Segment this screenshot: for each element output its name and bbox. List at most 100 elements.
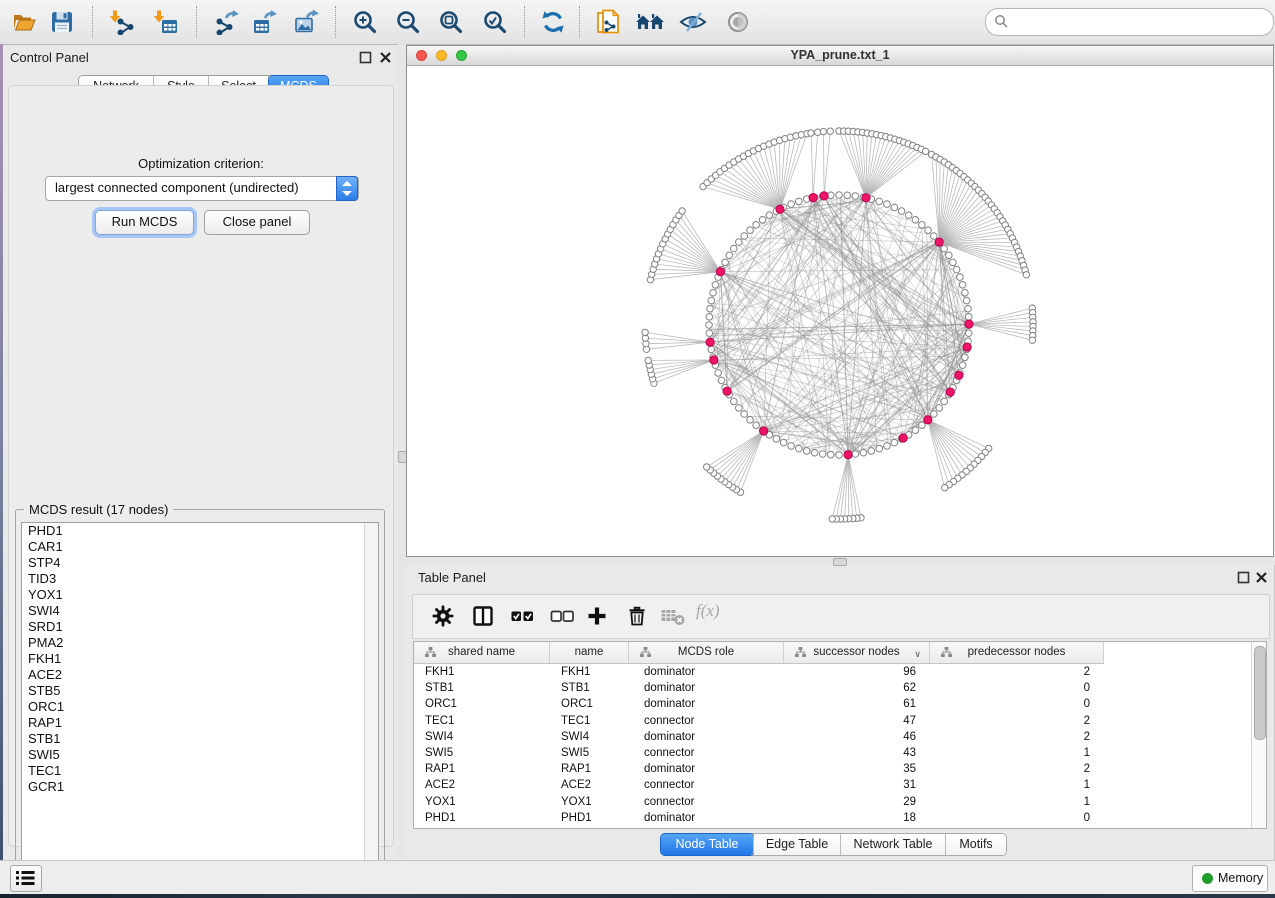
mcds-hub-node[interactable]: [760, 427, 768, 435]
mcds-result-item[interactable]: ORC1: [22, 699, 378, 715]
close-panel-button[interactable]: Close panel: [204, 210, 310, 235]
add-column-icon[interactable]: [585, 604, 609, 628]
houses-icon[interactable]: [635, 9, 661, 35]
ring-node[interactable]: [836, 192, 843, 199]
leaf-node[interactable]: [1029, 337, 1035, 343]
ring-node[interactable]: [708, 346, 715, 353]
mcds-result-item[interactable]: SRD1: [22, 619, 378, 635]
leaf-node[interactable]: [808, 130, 814, 136]
float-panel-icon[interactable]: [359, 51, 372, 64]
leaf-node[interactable]: [820, 128, 826, 134]
ring-node[interactable]: [919, 422, 926, 429]
table-row[interactable]: SWI5SWI5connector431: [414, 745, 1254, 761]
ring-node[interactable]: [836, 452, 843, 459]
ring-node[interactable]: [741, 233, 748, 240]
column-header-MCDS-role[interactable]: MCDS role: [629, 642, 784, 663]
horizontal-splitter[interactable]: [406, 557, 1275, 565]
search-box[interactable]: [985, 8, 1274, 36]
ring-node[interactable]: [715, 370, 722, 377]
ring-node[interactable]: [796, 198, 803, 205]
ring-node[interactable]: [965, 305, 972, 312]
mcds-hub-node[interactable]: [935, 238, 943, 246]
mcds-result-item[interactable]: TEC1: [22, 763, 378, 779]
leaf-node[interactable]: [942, 485, 948, 491]
column-header-successor-nodes[interactable]: successor nodes∨: [784, 642, 930, 663]
ring-node[interactable]: [736, 405, 743, 412]
export-table-icon[interactable]: [252, 9, 278, 35]
ring-node[interactable]: [736, 239, 743, 246]
vertical-splitter[interactable]: [398, 44, 406, 860]
mcds-hub-node[interactable]: [924, 416, 932, 424]
ring-node[interactable]: [941, 398, 948, 405]
leaf-node[interactable]: [1023, 272, 1029, 278]
ring-node[interactable]: [788, 443, 795, 450]
network-graph[interactable]: [407, 66, 1273, 556]
table-row[interactable]: ACE2ACE2connector311: [414, 777, 1254, 793]
close-table-panel-icon[interactable]: [1255, 571, 1268, 584]
close-panel-icon[interactable]: [379, 51, 392, 64]
mcds-hub-node[interactable]: [809, 194, 817, 202]
ring-node[interactable]: [741, 411, 748, 418]
ring-node[interactable]: [931, 411, 938, 418]
ring-node[interactable]: [828, 451, 835, 458]
table-settings-gear-icon[interactable]: [431, 604, 455, 628]
ring-node[interactable]: [950, 259, 957, 266]
mcds-hub-node[interactable]: [899, 434, 907, 442]
ring-node[interactable]: [852, 193, 859, 200]
mcds-result-item[interactable]: PHD1: [22, 523, 378, 539]
show-hidden-icon[interactable]: [724, 9, 750, 35]
mcds-result-item[interactable]: CAR1: [22, 539, 378, 555]
network-from-document-icon[interactable]: [595, 9, 621, 35]
ring-node[interactable]: [959, 362, 966, 369]
tab-edge-table[interactable]: Edge Table: [754, 834, 841, 855]
ring-node[interactable]: [708, 297, 715, 304]
mcds-hub-node[interactable]: [946, 388, 954, 396]
table-scrollbar[interactable]: [1251, 642, 1266, 828]
task-history-button[interactable]: [10, 865, 42, 892]
ring-node[interactable]: [957, 274, 964, 281]
tab-node-table[interactable]: Node Table: [661, 834, 754, 855]
zoom-selected-icon[interactable]: [482, 9, 508, 35]
mcds-hub-node[interactable]: [862, 194, 870, 202]
table-row[interactable]: PHD1PHD1dominator180: [414, 810, 1254, 826]
deselect-all-rows-icon[interactable]: [550, 604, 574, 628]
mcds-result-item[interactable]: PMA2: [22, 635, 378, 651]
open-session-icon[interactable]: [11, 9, 37, 35]
tab-motifs[interactable]: Motifs: [946, 834, 1006, 855]
mcds-result-item[interactable]: SWI5: [22, 747, 378, 763]
ring-node[interactable]: [796, 445, 803, 452]
ring-node[interactable]: [891, 204, 898, 211]
ring-node[interactable]: [722, 259, 729, 266]
mcds-hub-node[interactable]: [820, 192, 828, 200]
ring-node[interactable]: [788, 201, 795, 208]
mcds-result-item[interactable]: STB1: [22, 731, 378, 747]
mcds-result-item[interactable]: TID3: [22, 571, 378, 587]
ring-node[interactable]: [706, 314, 713, 321]
ring-node[interactable]: [712, 282, 719, 289]
node-attribute-table[interactable]: shared namenameMCDS rolesuccessor nodes∨…: [413, 641, 1267, 829]
ring-node[interactable]: [912, 427, 919, 434]
leaf-node[interactable]: [645, 357, 651, 363]
apply-layout-icon[interactable]: [540, 9, 566, 35]
zoom-fit-icon[interactable]: [438, 9, 464, 35]
mcds-hub-node[interactable]: [716, 268, 724, 276]
network-window-titlebar[interactable]: YPA_prune.txt_1: [407, 46, 1273, 66]
ring-node[interactable]: [941, 245, 948, 252]
mcds-result-list[interactable]: PHD1CAR1STP4TID3YOX1SWI4SRD1PMA2FKH1ACE2…: [21, 522, 379, 874]
network-canvas[interactable]: [407, 66, 1273, 556]
ring-node[interactable]: [931, 233, 938, 240]
delete-column-trash-icon[interactable]: [625, 604, 649, 628]
ring-node[interactable]: [891, 439, 898, 446]
ring-node[interactable]: [965, 330, 972, 337]
mcds-result-item[interactable]: GCR1: [22, 779, 378, 795]
column-header-shared-name[interactable]: shared name: [414, 642, 550, 663]
zoom-in-icon[interactable]: [352, 9, 378, 35]
ring-node[interactable]: [780, 439, 787, 446]
criterion-select[interactable]: largest connected component (undirected): [45, 176, 359, 201]
ring-node[interactable]: [731, 398, 738, 405]
table-row[interactable]: ORC1ORC1dominator610: [414, 696, 1254, 712]
mcds-result-item[interactable]: STB5: [22, 683, 378, 699]
ring-node[interactable]: [803, 448, 810, 455]
mcds-hub-node[interactable]: [710, 356, 718, 364]
ring-node[interactable]: [965, 314, 972, 321]
